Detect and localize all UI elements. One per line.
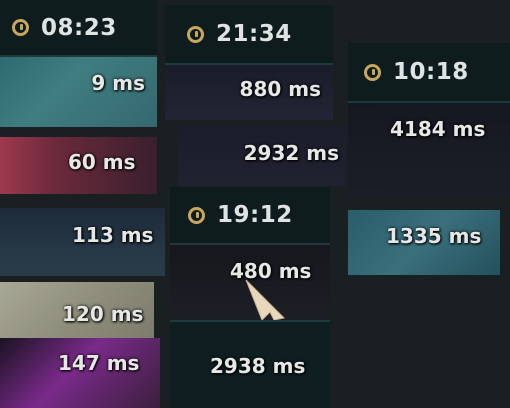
clock-icon: [187, 25, 204, 43]
timer-header-1: 08:23: [0, 0, 157, 57]
latency-tile-11: 2938 ms: [170, 320, 330, 408]
latency-value: 120 ms: [62, 302, 144, 326]
timer-header-2: 21:34: [165, 5, 333, 65]
timer-header-3: 10:18: [348, 43, 510, 103]
latency-tile-8: 480 ms: [170, 245, 330, 320]
latency-tile-2: 880 ms: [165, 65, 333, 120]
latency-tile-5: 2932 ms: [178, 126, 346, 186]
latency-value: 2932 ms: [243, 141, 339, 165]
latency-tile-6: 113 ms: [0, 208, 165, 276]
timer-header-4: 19:12: [170, 187, 330, 245]
latency-value: 9 ms: [91, 71, 145, 95]
timer-label-1: 08:23: [41, 14, 117, 41]
latency-tile-10: 147 ms: [0, 338, 160, 408]
timer-label-4: 19:12: [217, 202, 293, 228]
latency-tile-7: 1335 ms: [348, 210, 500, 275]
latency-value: 4184 ms: [390, 117, 486, 141]
timer-label-3: 10:18: [393, 59, 469, 85]
timer-label-2: 21:34: [216, 21, 292, 47]
latency-value: 1335 ms: [386, 224, 482, 248]
latency-tile-4: 60 ms: [0, 137, 157, 194]
clock-icon: [12, 19, 29, 36]
latency-value: 147 ms: [58, 351, 140, 375]
latency-tile-1: 9 ms: [0, 57, 157, 127]
latency-tile-3: 4184 ms: [348, 103, 510, 198]
mouse-cursor-icon: [245, 279, 286, 320]
latency-value: 880 ms: [239, 77, 321, 101]
latency-value: 113 ms: [72, 223, 154, 247]
clock-icon: [188, 206, 205, 224]
latency-value: 60 ms: [68, 150, 136, 174]
latency-value: 2938 ms: [210, 354, 306, 378]
clock-icon: [364, 63, 381, 81]
